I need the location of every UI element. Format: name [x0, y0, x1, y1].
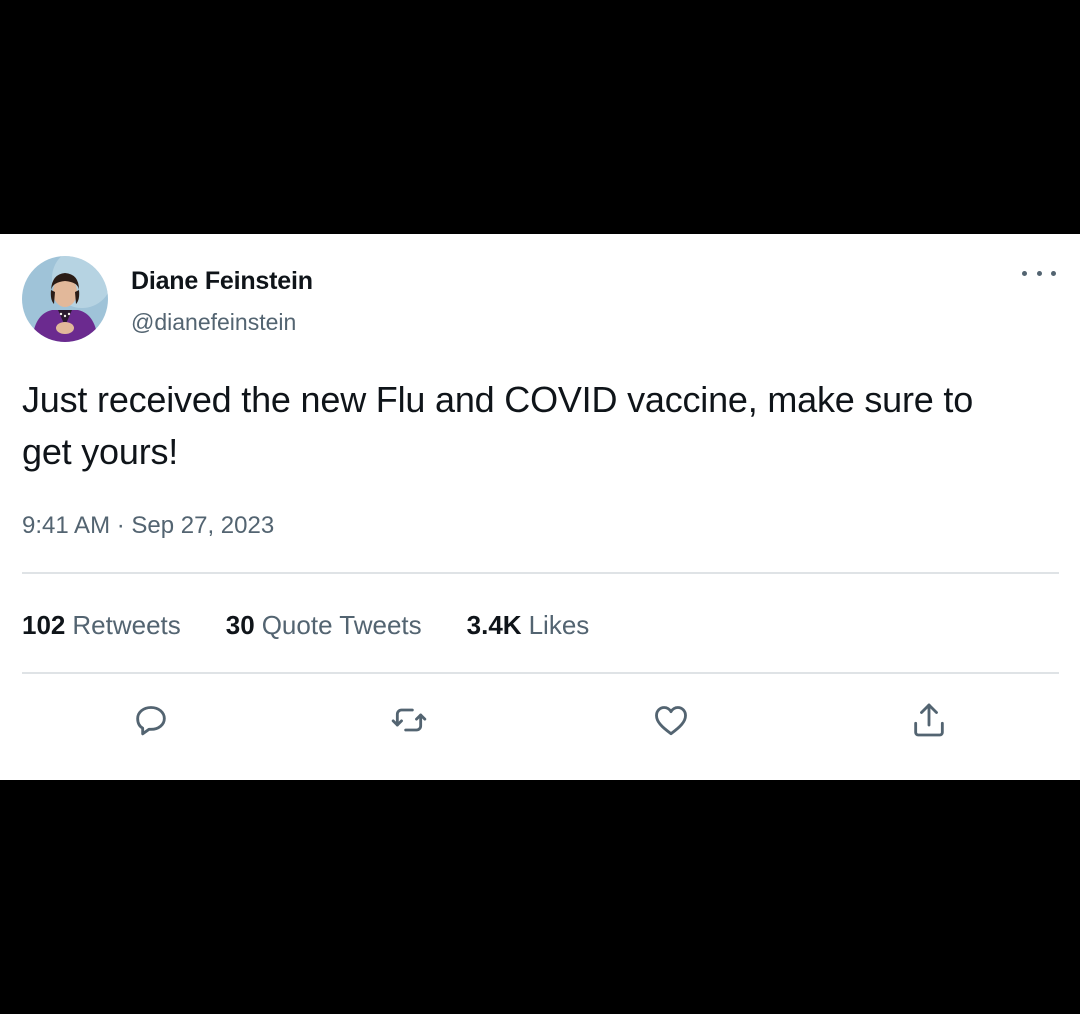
- letterbox-top: [0, 0, 1080, 234]
- more-options-icon[interactable]: [1022, 262, 1056, 284]
- like-icon[interactable]: [651, 700, 691, 740]
- letterbox-bottom: [0, 780, 1080, 1014]
- retweets-stat[interactable]: 102 Retweets: [22, 610, 181, 641]
- divider: [22, 672, 1059, 674]
- author-handle[interactable]: @dianefeinstein: [131, 309, 296, 336]
- retweet-icon[interactable]: [389, 700, 429, 740]
- divider: [22, 572, 1059, 574]
- author-avatar[interactable]: [22, 256, 108, 342]
- likes-label: Likes: [528, 610, 590, 640]
- reply-icon[interactable]: [131, 700, 171, 740]
- quote-tweets-stat[interactable]: 30 Quote Tweets: [226, 610, 422, 641]
- dot: [1051, 270, 1056, 276]
- tweet-timestamp[interactable]: 9:41 AM · Sep 27, 2023: [22, 512, 274, 540]
- tweet-text: Just received the new Flu and COVID vacc…: [22, 379, 974, 472]
- share-icon[interactable]: [909, 700, 949, 740]
- retweets-label: Retweets: [72, 610, 181, 640]
- likes-stat[interactable]: 3.4K Likes: [467, 610, 590, 641]
- quote-tweets-count: 30: [225, 610, 255, 640]
- retweets-count: 102: [22, 610, 66, 640]
- likes-count: 3.4K: [466, 610, 522, 640]
- author-name[interactable]: Diane Feinstein: [131, 267, 313, 296]
- engagement-stats: 102 Retweets 30 Quote Tweets 3.4K Likes: [22, 610, 589, 641]
- dot: [1022, 270, 1027, 276]
- quote-tweets-label: Quote Tweets: [261, 610, 422, 640]
- dot: [1036, 270, 1042, 276]
